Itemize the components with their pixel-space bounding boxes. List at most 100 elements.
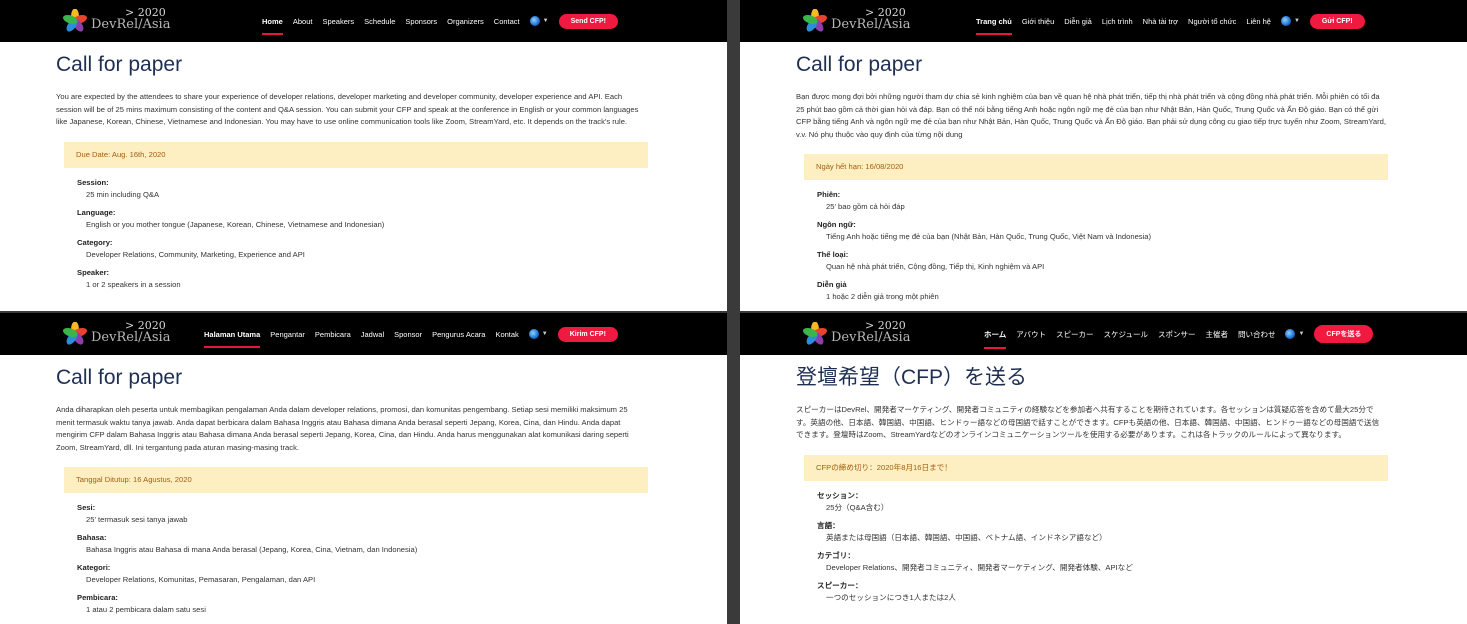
nav-item-5[interactable]: Pengurus Acara — [432, 324, 485, 345]
detail-value: 英語または母国語（日本語、韓国語、中国語、ベトナム語、インドネシア語など） — [826, 532, 1107, 542]
detail-value: 25 min including Q&A — [86, 189, 160, 199]
nav-item-4[interactable]: スポンサー — [1158, 323, 1196, 346]
nav-item-1[interactable]: Giới thiệu — [1022, 11, 1054, 32]
nav-item-3[interactable]: Schedule — [364, 11, 395, 32]
main-content: 登壇希望（CFP）を送る スピーカーはDevRel、開発者マーケティング、開発者… — [740, 364, 1467, 610]
main-content: Call for paper Anda diharapkan oleh pese… — [0, 364, 727, 622]
nav-item-3[interactable]: Lịch trình — [1102, 11, 1133, 32]
top-navbar: > 2020 DevRel/Asia ホーム アバウト スピーカー スケジュール スポン… — [740, 313, 1467, 355]
due-date-banner: CFPの締め切り：2020年8月16日まで！ — [804, 454, 1388, 481]
detail-value: Quan hệ nhà phát triển, Cộng đồng, Tiếp … — [826, 262, 1045, 271]
nav-item-1[interactable]: Pengantar — [270, 324, 305, 345]
logo-name: DevRel/Asia — [831, 330, 911, 345]
detail-term: Bahasa: — [77, 533, 107, 542]
detail-term: Language: — [77, 207, 116, 217]
detail-value: Developer Relations、開発者コミュニティ、開発者マーケティング… — [826, 562, 1133, 572]
nav-item-3[interactable]: スケジュール — [1103, 323, 1147, 346]
detail-value: Tiếng Anh hoặc tiếng mẹ đẻ của bạn (Nhật… — [826, 232, 1152, 241]
cfp-details-list: Session: 25 min including Q&A Language: Eng… — [77, 177, 671, 297]
due-date-banner: Ngày hết hạn: 16/08/2020 — [804, 154, 1388, 180]
intro-paragraph: スピーカーはDevRel、開発者マーケティング、開発者コミュニティの経験などを参… — [796, 405, 1380, 439]
top-navbar: > 2020 DevRel/Asia Trang chủ Giới thiệu Di… — [740, 0, 1467, 42]
nav-item-2[interactable]: Diễn giả — [1064, 11, 1092, 32]
devrel-asia-logo[interactable]: > 2020 DevRel/Asia — [803, 6, 913, 35]
detail-value: 25分（Q&A含む） — [826, 502, 889, 512]
detail-value: 1 hoặc 2 diễn giả trong một phiên — [826, 292, 939, 301]
detail-term: Kategori: — [77, 563, 111, 572]
detail-term: Phiên: — [817, 190, 841, 199]
nav-item-1[interactable]: アバウト — [1016, 323, 1046, 346]
main-content: Call for paper You are expected by the a… — [0, 51, 727, 297]
main-nav: Halaman Utama Pengantar Pembicara Jadwal Spo… — [204, 313, 618, 355]
detail-term: Category: — [77, 237, 113, 247]
nav-item-5[interactable]: Organizers — [447, 11, 484, 32]
nav-item-0[interactable]: Trang chủ — [976, 11, 1012, 35]
panel-indonesian: > 2020 DevRel/Asia Halaman Utama Penganta… — [0, 313, 727, 624]
detail-term: セッション： — [817, 490, 863, 500]
nav-item-2[interactable]: スピーカー — [1056, 323, 1094, 346]
detail-value: 1 or 2 speakers in a session — [86, 279, 181, 289]
globe-icon — [1285, 329, 1296, 339]
due-date-banner: Tanggal Ditutup: 16 Agustus, 2020 — [64, 467, 648, 493]
detail-term: 言語： — [817, 520, 840, 530]
detail-term: Speaker: — [77, 267, 110, 277]
language-selector[interactable]: ▼ — [1280, 16, 1300, 26]
nav-item-3[interactable]: Jadwal — [361, 324, 384, 345]
logo-name: DevRel/Asia — [91, 17, 171, 32]
nav-item-1[interactable]: About — [293, 11, 313, 32]
nav-item-6[interactable]: Liên hệ — [1246, 11, 1271, 32]
detail-value: Developer Relations, Community, Marketin… — [86, 249, 305, 259]
send-cfp-button[interactable]: Gửi CFP! — [1309, 13, 1365, 29]
intro-paragraph: Bạn được mong đợi bởi những người tham d… — [796, 92, 1386, 139]
language-selector[interactable]: ▼ — [528, 329, 548, 339]
caret-down-icon: ▼ — [541, 331, 548, 337]
send-cfp-button[interactable]: CFPを送る — [1314, 325, 1374, 343]
language-selector[interactable]: ▼ — [529, 16, 549, 26]
nav-item-4[interactable]: Sponsor — [394, 324, 422, 345]
nav-item-6[interactable]: 問い合わせ — [1238, 323, 1276, 346]
nav-item-0[interactable]: ホーム — [984, 323, 1007, 349]
nav-item-5[interactable]: 主催者 — [1205, 323, 1228, 346]
cfp-details-list: セッション： 25分（Q&A含む） 言語： 英語または母国語（日本語、韓国語、中国語、… — [817, 490, 1411, 610]
nav-item-2[interactable]: Pembicara — [315, 324, 351, 345]
detail-value: Developer Relations, Komunitas, Pemasara… — [86, 575, 316, 584]
top-navbar: > 2020 DevRel/Asia Home About Speakers Sche… — [0, 0, 727, 42]
devrel-asia-logo[interactable]: > 2020 DevRel/Asia — [63, 6, 173, 35]
globe-icon — [528, 329, 539, 339]
pinwheel-logo-icon — [63, 9, 87, 32]
nav-item-0[interactable]: Home — [262, 11, 283, 35]
nav-item-0[interactable]: Halaman Utama — [204, 324, 261, 348]
detail-term: Pembicara: — [77, 593, 118, 602]
devrel-asia-logo[interactable]: > 2020 DevRel/Asia — [63, 319, 173, 348]
main-nav: Trang chủ Giới thiệu Diễn giả Lịch trình Nhà… — [976, 0, 1365, 42]
cfp-details-list: Phiên: 25' bao gồm cả hỏi đáp Ngôn ngữ: Tiế… — [817, 189, 1411, 309]
nav-item-5[interactable]: Người tổ chức — [1188, 11, 1236, 32]
detail-term: スピーカー： — [817, 580, 863, 590]
detail-value: Bahasa Inggris atau Bahasa di mana Anda … — [86, 545, 418, 554]
page-title: 登壇希望（CFP）を送る — [796, 366, 1027, 389]
language-selector[interactable]: ▼ — [1285, 329, 1304, 339]
logo-name: DevRel/Asia — [831, 17, 911, 32]
detail-term: Sesi: — [77, 503, 96, 512]
page-title: Call for paper — [56, 53, 183, 76]
main-nav: ホーム アバウト スピーカー スケジュール スポンサー 主催者 問い合わせ ▼ CFPを送る — [984, 313, 1374, 355]
nav-item-4[interactable]: Sponsors — [405, 11, 437, 32]
nav-item-4[interactable]: Nhà tài trợ — [1143, 11, 1178, 32]
due-date-banner: Due Date: Aug. 16th, 2020 — [64, 141, 648, 168]
detail-value: 25' termasuk sesi tanya jawab — [86, 515, 188, 524]
intro-paragraph: You are expected by the attendees to sha… — [56, 92, 639, 126]
send-cfp-button[interactable]: Send CFP! — [558, 13, 618, 29]
intro-paragraph: Anda diharapkan oleh peserta untuk memba… — [56, 405, 629, 452]
nav-item-6[interactable]: Contact — [494, 11, 520, 32]
page-title: Call for paper — [56, 366, 183, 389]
panel-japanese: > 2020 DevRel/Asia ホーム アバウト スピーカー スケジュール スポン… — [740, 313, 1467, 624]
send-cfp-button[interactable]: Kirim CFP! — [557, 326, 618, 342]
detail-term: Thể loại: — [817, 250, 849, 259]
pinwheel-logo-icon — [803, 9, 827, 32]
nav-item-2[interactable]: Speakers — [322, 11, 354, 32]
pinwheel-logo-icon — [803, 322, 827, 345]
top-navbar: > 2020 DevRel/Asia Halaman Utama Penganta… — [0, 313, 727, 355]
globe-icon — [529, 16, 540, 26]
devrel-asia-logo[interactable]: > 2020 DevRel/Asia — [803, 319, 913, 348]
nav-item-6[interactable]: Kontak — [495, 324, 518, 345]
